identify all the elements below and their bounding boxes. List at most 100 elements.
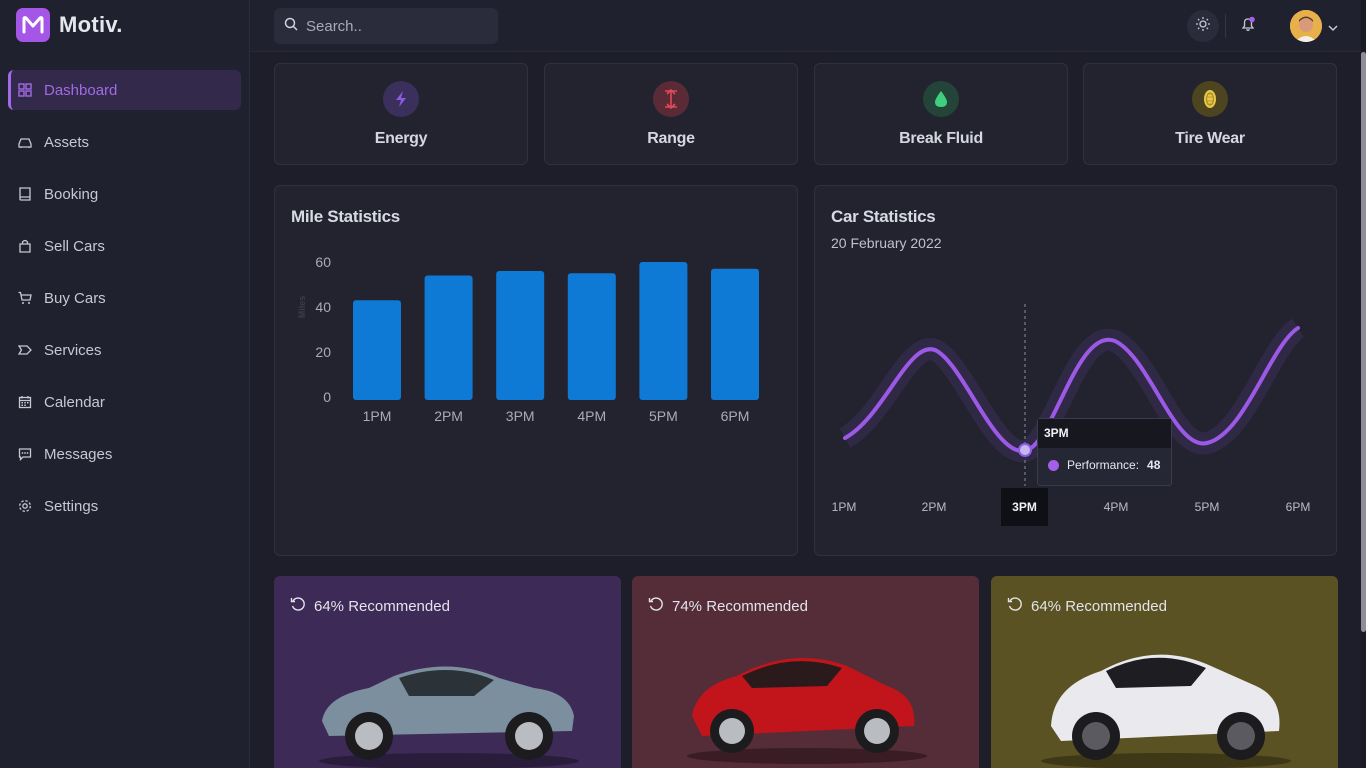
sidebar-item-dashboard[interactable]: Dashboard bbox=[8, 70, 241, 110]
topbar bbox=[250, 0, 1361, 52]
bar[interactable] bbox=[567, 273, 616, 400]
x-tick-label: 6PM bbox=[721, 408, 750, 424]
brand[interactable]: Motiv. bbox=[16, 8, 123, 42]
recommended-text: 64% Recommended bbox=[314, 597, 450, 615]
sidebar-item-settings[interactable]: Settings bbox=[8, 486, 241, 526]
brand-name: Motiv. bbox=[59, 12, 123, 37]
tooltip-title: 3PM bbox=[1038, 419, 1171, 448]
book-icon bbox=[18, 187, 32, 201]
y-tick-label: 40 bbox=[315, 299, 331, 315]
car-card-3[interactable]: 64% Recommended bbox=[991, 576, 1338, 768]
highlight-point[interactable] bbox=[1018, 443, 1032, 457]
search-box[interactable] bbox=[274, 8, 498, 44]
x-tick-label: 5PM bbox=[649, 408, 678, 424]
sidebar-item-label: Messages bbox=[44, 445, 113, 463]
car-image bbox=[319, 666, 579, 768]
chart-tooltip: 3PM Performance: 48 bbox=[1037, 418, 1172, 486]
x-tick-label: 1PM bbox=[832, 500, 857, 514]
topbar-divider bbox=[1225, 14, 1226, 38]
mile-statistics-panel: Mile Statistics 020406080Miles1PM2PM3PM4… bbox=[274, 185, 798, 556]
mile-statistics-chart: 020406080Miles1PM2PM3PM4PM5PM6PM bbox=[297, 254, 759, 424]
sidebar-item-assets[interactable]: Assets bbox=[8, 122, 241, 162]
sidebar-item-services[interactable]: Services bbox=[8, 330, 241, 370]
car-image bbox=[1041, 654, 1291, 768]
tooltip-body: Performance: 48 bbox=[1038, 448, 1171, 482]
sidebar-item-booking[interactable]: Booking bbox=[8, 174, 241, 214]
recommended-text: 74% Recommended bbox=[672, 597, 808, 615]
gear-icon bbox=[18, 499, 32, 513]
range-icon bbox=[653, 81, 689, 117]
bag-icon bbox=[18, 239, 32, 253]
y-tick-label: 60 bbox=[315, 254, 331, 270]
tooltip-series-label: Performance: bbox=[1067, 458, 1140, 472]
grid-icon bbox=[18, 83, 32, 97]
bell-icon bbox=[1240, 16, 1256, 37]
sidebar-item-label: Booking bbox=[44, 185, 99, 203]
x-tick-label: 3PM bbox=[506, 408, 535, 424]
sidebar-item-label: Services bbox=[44, 341, 102, 359]
stat-card-energy[interactable]: Energy bbox=[274, 63, 528, 165]
y-tick-label: 0 bbox=[323, 389, 331, 405]
sidebar-item-label: Settings bbox=[44, 497, 99, 515]
sidebar-item-sell-cars[interactable]: Sell Cars bbox=[8, 226, 241, 266]
bolt-icon bbox=[383, 81, 419, 117]
scrollbar-thumb[interactable] bbox=[1361, 52, 1366, 632]
x-tick-label: 5PM bbox=[1195, 500, 1220, 514]
car-card-2[interactable]: 74% Recommended bbox=[632, 576, 979, 768]
stat-label: Energy bbox=[374, 130, 428, 147]
history-icon bbox=[1007, 596, 1023, 616]
bar[interactable] bbox=[353, 300, 401, 400]
user-avatar-icon bbox=[1290, 10, 1322, 42]
sidebar-item-buy-cars[interactable]: Buy Cars bbox=[8, 278, 241, 318]
x-axis-highlight-label: 3PM bbox=[1001, 488, 1048, 526]
history-icon bbox=[290, 596, 306, 616]
tooltip-value: 48 bbox=[1147, 458, 1161, 472]
drop-icon bbox=[923, 81, 959, 117]
x-tick-label: 2PM bbox=[434, 408, 463, 424]
notifications-button[interactable] bbox=[1232, 10, 1264, 42]
search-input[interactable] bbox=[306, 17, 486, 35]
sidebar-item-label: Calendar bbox=[44, 393, 105, 411]
chevron-down-icon[interactable] bbox=[1328, 19, 1338, 37]
tag-icon bbox=[18, 343, 32, 357]
recommended-badge: 64% Recommended bbox=[290, 596, 450, 616]
stat-label: Break Fluid bbox=[899, 130, 983, 147]
history-icon bbox=[648, 596, 664, 616]
search-icon bbox=[284, 17, 298, 36]
bar[interactable] bbox=[711, 268, 759, 400]
car-image bbox=[687, 658, 927, 764]
stat-label: Range bbox=[647, 130, 695, 147]
theme-toggle-button[interactable] bbox=[1187, 10, 1219, 42]
bar[interactable] bbox=[496, 271, 545, 400]
y-tick-label: 20 bbox=[315, 344, 331, 360]
sidebar-item-label: Dashboard bbox=[44, 81, 118, 99]
sidebar-item-label: Sell Cars bbox=[44, 237, 105, 255]
sidebar-item-label: Assets bbox=[44, 133, 90, 151]
stat-card-break-fluid[interactable]: Break Fluid bbox=[814, 63, 1068, 165]
bar[interactable] bbox=[424, 275, 473, 401]
brand-logo-icon bbox=[16, 8, 50, 42]
recommended-text: 64% Recommended bbox=[1031, 597, 1167, 615]
stat-label: Tire Wear bbox=[1175, 130, 1245, 147]
x-tick-label: 4PM bbox=[1104, 500, 1129, 514]
sidebar-item-messages[interactable]: Messages bbox=[8, 434, 241, 474]
sidebar-nav: Dashboard Assets Booking Sell Cars Buy C… bbox=[8, 70, 241, 538]
sidebar-item-calendar[interactable]: Calendar bbox=[8, 382, 241, 422]
x-tick-label: 4PM bbox=[577, 408, 606, 424]
stat-card-tire-wear[interactable]: Tire Wear bbox=[1083, 63, 1337, 165]
sun-icon bbox=[1195, 16, 1211, 37]
x-tick-label: 6PM bbox=[1286, 500, 1311, 514]
car-statistics-panel: Car Statistics 20 February 2022 1PM 2PM 4P… bbox=[814, 185, 1337, 556]
car-icon bbox=[18, 135, 32, 149]
car-statistics-chart[interactable]: 1PM 2PM 4PM 5PM 6PM bbox=[815, 186, 1338, 557]
bar[interactable] bbox=[639, 262, 688, 400]
cart-icon bbox=[18, 291, 32, 305]
y-axis-label: Miles bbox=[297, 296, 307, 319]
series-marker bbox=[1048, 459, 1059, 471]
panel-title: Mile Statistics bbox=[291, 207, 400, 226]
avatar[interactable] bbox=[1290, 10, 1322, 42]
car-card-1[interactable]: 64% Recommended bbox=[274, 576, 621, 768]
calendar-icon bbox=[18, 395, 32, 409]
message-icon bbox=[18, 447, 32, 461]
stat-card-range[interactable]: Range bbox=[544, 63, 798, 165]
